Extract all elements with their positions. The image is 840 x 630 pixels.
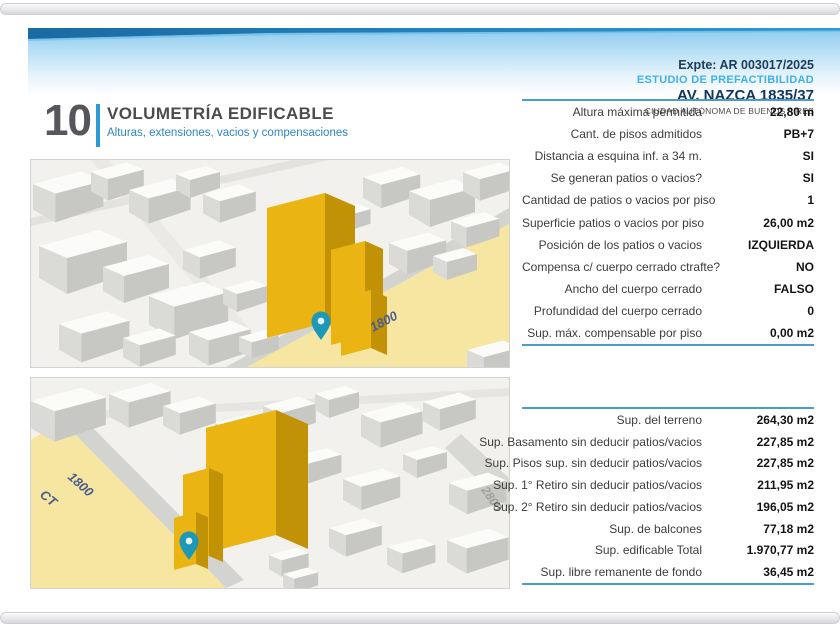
row-label: Sup. 2° Retiro sin deducir patios/vacios <box>430 500 702 514</box>
row-label: Sup. máx. compensable por piso <box>522 326 702 340</box>
table-row: Sup. máx. compensable por piso 0,00 m2 <box>522 322 814 344</box>
table-row: Compensa c/ cuerpo cerrado ctrafte? NO <box>522 256 814 278</box>
row-label: Superficie patios o vacios por piso <box>522 216 704 230</box>
table-row: Sup. 1° Retiro sin deducir patios/vacios… <box>430 474 814 496</box>
row-value: 26,00 m2 <box>704 216 814 230</box>
row-label: Sup. del terreno <box>430 413 702 427</box>
report-page: Expte: AR 003017/2025 ESTUDIO DE PREFACT… <box>0 0 840 630</box>
table-row: Sup. de balcones 77,18 m2 <box>430 518 814 540</box>
row-label: Ancho del cuerpo cerrado <box>522 282 702 296</box>
expediente-number: Expte: AR 003017/2025 <box>637 58 814 74</box>
row-label: Sup. Pisos sup. sin deducir patios/vacio… <box>430 456 702 470</box>
row-value: NO <box>720 260 814 274</box>
table-row: Sup. Basamento sin deducir patios/vacios… <box>430 431 814 453</box>
study-type: ESTUDIO DE PREFACTIBILIDAD <box>637 74 814 88</box>
section-title: VOLUMETRÍA EDIFICABLE <box>107 104 334 124</box>
row-label: Cantidad de patios o vacios por piso <box>522 193 715 207</box>
row-value: 1.970,77 m2 <box>702 543 814 557</box>
top-scrollbar[interactable] <box>0 3 840 15</box>
table-row: Cantidad de patios o vacios por piso 1 <box>522 189 814 211</box>
table-row: Superficie patios o vacios por piso 26,0… <box>522 211 814 233</box>
row-value: 1 <box>715 193 814 207</box>
row-value: 227,85 m2 <box>702 456 814 470</box>
table-row: Distancia a esquina inf. a 34 m. SI <box>522 145 814 167</box>
row-label: Sup. edificable Total <box>430 543 702 557</box>
table1-bottom-rule <box>522 344 814 346</box>
row-label: Cant. de pisos admitidos <box>522 127 702 141</box>
table-row: Se generan patios o vacios? SI <box>522 167 814 189</box>
row-label: Distancia a esquina inf. a 34 m. <box>522 149 702 163</box>
row-label: Altura máxima permitida <box>522 105 702 119</box>
table-row: Cant. de pisos admitidos PB+7 <box>522 123 814 145</box>
table-row: Sup. Pisos sup. sin deducir patios/vacio… <box>430 453 814 475</box>
section-divider <box>96 104 100 147</box>
row-value: 22,80 m <box>702 105 814 119</box>
row-value: 264,30 m2 <box>702 413 814 427</box>
row-value: SI <box>702 171 814 185</box>
row-value: PB+7 <box>702 127 814 141</box>
header-banner: Expte: AR 003017/2025 ESTUDIO DE PREFACT… <box>28 28 840 96</box>
table2-bottom-rule <box>522 583 814 585</box>
row-value: 36,45 m2 <box>702 565 814 579</box>
row-label: Se generan patios o vacios? <box>522 171 702 185</box>
table-row: Posición de los patios o vacios IZQUIERD… <box>522 234 814 256</box>
row-value: 196,05 m2 <box>702 500 814 514</box>
section-subtitle: Alturas, extensiones, vacios y compensac… <box>107 127 348 139</box>
row-label: Posición de los patios o vacios <box>522 238 702 252</box>
table-row: Altura máxima permitida 22,80 m <box>522 101 814 123</box>
parameters-table: Altura máxima permitida 22,80 m Cant. de… <box>522 101 814 344</box>
bottom-scrollbar[interactable] <box>0 612 840 624</box>
map-view-street-side: 1800 <box>30 159 510 368</box>
row-label: Sup. libre remanente de fondo <box>430 565 702 579</box>
row-value: 227,85 m2 <box>702 435 814 449</box>
table-row: Profundidad del cuerpo cerrado 0 <box>522 300 814 322</box>
row-label: Profundidad del cuerpo cerrado <box>522 304 702 318</box>
table-row: Ancho del cuerpo cerrado FALSO <box>522 278 814 300</box>
row-value: FALSO <box>702 282 814 296</box>
section-number: 10 <box>44 96 91 146</box>
row-value: SI <box>702 149 814 163</box>
map1-render: 1800 <box>31 160 509 367</box>
table-row: Sup. libre remanente de fondo 36,45 m2 <box>430 561 814 583</box>
row-label: Sup. 1° Retiro sin deducir patios/vacios <box>430 478 702 492</box>
table-row: Sup. edificable Total 1.970,77 m2 <box>430 540 814 562</box>
row-label: Sup. de balcones <box>430 522 702 536</box>
table-row: Sup. del terreno 264,30 m2 <box>430 409 814 431</box>
row-value: IZQUIERDA <box>702 238 814 252</box>
row-label: Sup. Basamento sin deducir patios/vacios <box>430 435 702 449</box>
row-value: 0,00 m2 <box>702 326 814 340</box>
row-label: Compensa c/ cuerpo cerrado ctrafte? <box>522 260 720 274</box>
row-value: 77,18 m2 <box>702 522 814 536</box>
surfaces-table: Sup. del terreno 264,30 m2 Sup. Basament… <box>430 409 814 583</box>
banner-swoosh <box>28 28 840 44</box>
row-value: 0 <box>702 304 814 318</box>
table-row: Sup. 2° Retiro sin deducir patios/vacios… <box>430 496 814 518</box>
row-value: 211,95 m2 <box>702 478 814 492</box>
